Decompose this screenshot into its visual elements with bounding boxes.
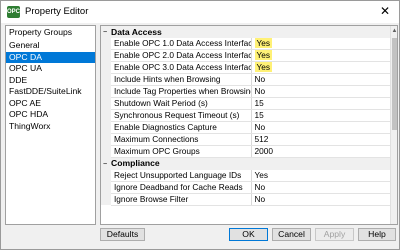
vertical-scrollbar[interactable]: ▲	[390, 26, 397, 224]
property-row[interactable]: Enable OPC 3.0 Data Access Interfaces Yes	[101, 61, 391, 75]
property-table: − Data Access Enable OPC 1.0 Data Access I…	[101, 26, 391, 206]
category-toggle[interactable]: −	[101, 26, 111, 38]
cancel-button[interactable]: Cancel	[272, 228, 311, 241]
row-gutter	[101, 38, 111, 50]
property-group-item[interactable]: DDE	[6, 75, 95, 87]
property-row[interactable]: Enable OPC 1.0 Data Access Interfaces Yes	[101, 38, 391, 51]
property-value[interactable]: No	[255, 122, 266, 132]
property-value-cell[interactable]: 15	[251, 97, 391, 111]
apply-button: Apply	[315, 228, 354, 241]
row-gutter	[101, 61, 111, 74]
category-row[interactable]: − Compliance	[101, 157, 391, 170]
row-gutter	[101, 133, 111, 146]
row-gutter	[101, 145, 111, 158]
property-name: Shutdown Wait Period (s)	[111, 97, 252, 111]
property-name: Enable OPC 2.0 Data Access Interfaces	[111, 49, 252, 63]
property-name: Ignore Deadband for Cache Reads	[111, 181, 252, 194]
property-row[interactable]: Shutdown Wait Period (s) 15	[101, 97, 391, 111]
property-group-item[interactable]: OPC AE	[6, 98, 95, 110]
property-row[interactable]: Enable Diagnostics Capture No	[101, 121, 391, 135]
property-grid: − Data Access Enable OPC 1.0 Data Access I…	[100, 25, 398, 225]
defaults-button[interactable]: Defaults	[100, 228, 145, 241]
property-group-item[interactable]: FastDDE/SuiteLink	[6, 86, 95, 98]
property-value-cell[interactable]: Yes	[251, 49, 391, 63]
property-name: Include Tag Properties when Browsing	[111, 85, 252, 99]
close-icon[interactable]: ✕	[377, 3, 393, 19]
property-value[interactable]: Yes	[255, 170, 269, 180]
property-value[interactable]: No	[255, 182, 266, 192]
property-value[interactable]: Yes	[254, 50, 273, 61]
property-groups-header: Property Groups	[9, 27, 73, 37]
row-gutter	[101, 49, 111, 62]
property-value-cell[interactable]: 15	[251, 109, 391, 123]
row-gutter	[101, 73, 111, 86]
window-title: Property Editor	[25, 6, 89, 17]
property-row[interactable]: Include Tag Properties when Browsing No	[101, 85, 391, 99]
property-value[interactable]: Yes	[254, 38, 273, 49]
property-groups-list: General OPC DA OPC UA DDE FastDDE/SuiteLink O…	[6, 40, 95, 132]
row-gutter	[101, 97, 111, 110]
property-value-cell[interactable]: No	[251, 193, 391, 206]
property-value-cell[interactable]: Yes	[251, 169, 391, 182]
property-value-cell[interactable]: No	[251, 85, 391, 99]
title-bar: OPC Property Editor ✕	[1, 1, 399, 23]
scroll-up-arrow-icon[interactable]: ▲	[391, 27, 397, 35]
property-value[interactable]: 15	[255, 110, 264, 120]
property-group-item[interactable]: General	[6, 40, 95, 52]
property-row[interactable]: Include Hints when Browsing No	[101, 73, 391, 87]
property-groups-panel: Property Groups General OPC DA OPC UA DDE Fa…	[5, 25, 96, 225]
property-group-item[interactable]: OPC HDA	[6, 109, 95, 121]
row-gutter	[101, 169, 111, 182]
property-value[interactable]: No	[255, 74, 266, 84]
property-row[interactable]: Synchronous Request Timeout (s) 15	[101, 109, 391, 123]
property-value-cell[interactable]: No	[251, 73, 391, 87]
property-name: Synchronous Request Timeout (s)	[111, 109, 252, 123]
property-value-cell[interactable]: Yes	[251, 61, 391, 75]
property-value-cell[interactable]: Yes	[251, 38, 391, 51]
property-name: Maximum OPC Groups	[111, 145, 252, 159]
category-label: Data Access	[111, 26, 391, 38]
property-name: Enable Diagnostics Capture	[111, 121, 252, 135]
row-gutter	[101, 193, 111, 206]
property-name: Enable OPC 3.0 Data Access Interfaces	[111, 61, 252, 75]
property-name: Enable OPC 1.0 Data Access Interfaces	[111, 38, 252, 51]
property-value[interactable]: Yes	[254, 62, 273, 73]
row-gutter	[101, 181, 111, 194]
property-row[interactable]: Maximum Connections 512	[101, 133, 391, 147]
property-value[interactable]: 2000	[255, 146, 273, 156]
property-name: Include Hints when Browsing	[111, 73, 252, 87]
property-value-cell[interactable]: No	[251, 121, 391, 135]
scrollbar-thumb[interactable]	[392, 38, 397, 130]
property-group-item[interactable]: ThingWorx	[6, 121, 95, 133]
category-label: Compliance	[111, 157, 391, 170]
property-value[interactable]: 512	[255, 134, 269, 144]
property-row[interactable]: Ignore Browse Filter No	[101, 193, 391, 206]
property-value[interactable]: No	[255, 194, 266, 204]
category-toggle[interactable]: −	[101, 157, 111, 170]
property-name: Ignore Browse Filter	[111, 193, 252, 206]
property-value-cell[interactable]: 512	[251, 133, 391, 147]
property-row[interactable]: Reject Unsupported Language IDs Yes	[101, 169, 391, 182]
help-button[interactable]: Help	[358, 228, 396, 241]
property-row[interactable]: Ignore Deadband for Cache Reads No	[101, 181, 391, 194]
category-row[interactable]: − Data Access	[101, 26, 391, 38]
property-group-item[interactable]: OPC DA	[6, 51, 95, 63]
property-group-item[interactable]: OPC UA	[6, 63, 95, 75]
row-gutter	[101, 109, 111, 122]
property-value[interactable]: 15	[255, 98, 264, 108]
property-name: Reject Unsupported Language IDs	[111, 169, 252, 182]
collapse-icon[interactable]: −	[101, 27, 109, 38]
property-value-cell[interactable]: 2000	[251, 145, 391, 159]
property-row[interactable]: Enable OPC 2.0 Data Access Interfaces Yes	[101, 49, 391, 63]
collapse-icon[interactable]: −	[101, 159, 109, 170]
property-row[interactable]: Maximum OPC Groups 2000	[101, 145, 391, 159]
row-gutter	[101, 85, 111, 98]
ok-button[interactable]: OK	[229, 228, 268, 241]
property-value[interactable]: No	[255, 86, 266, 96]
property-editor-window: OPC Property Editor ✕ Property Groups Ge…	[0, 0, 400, 250]
row-gutter	[101, 121, 111, 134]
property-name: Maximum Connections	[111, 133, 252, 147]
property-value-cell[interactable]: No	[251, 181, 391, 194]
opc-server-icon: OPC	[7, 6, 20, 18]
